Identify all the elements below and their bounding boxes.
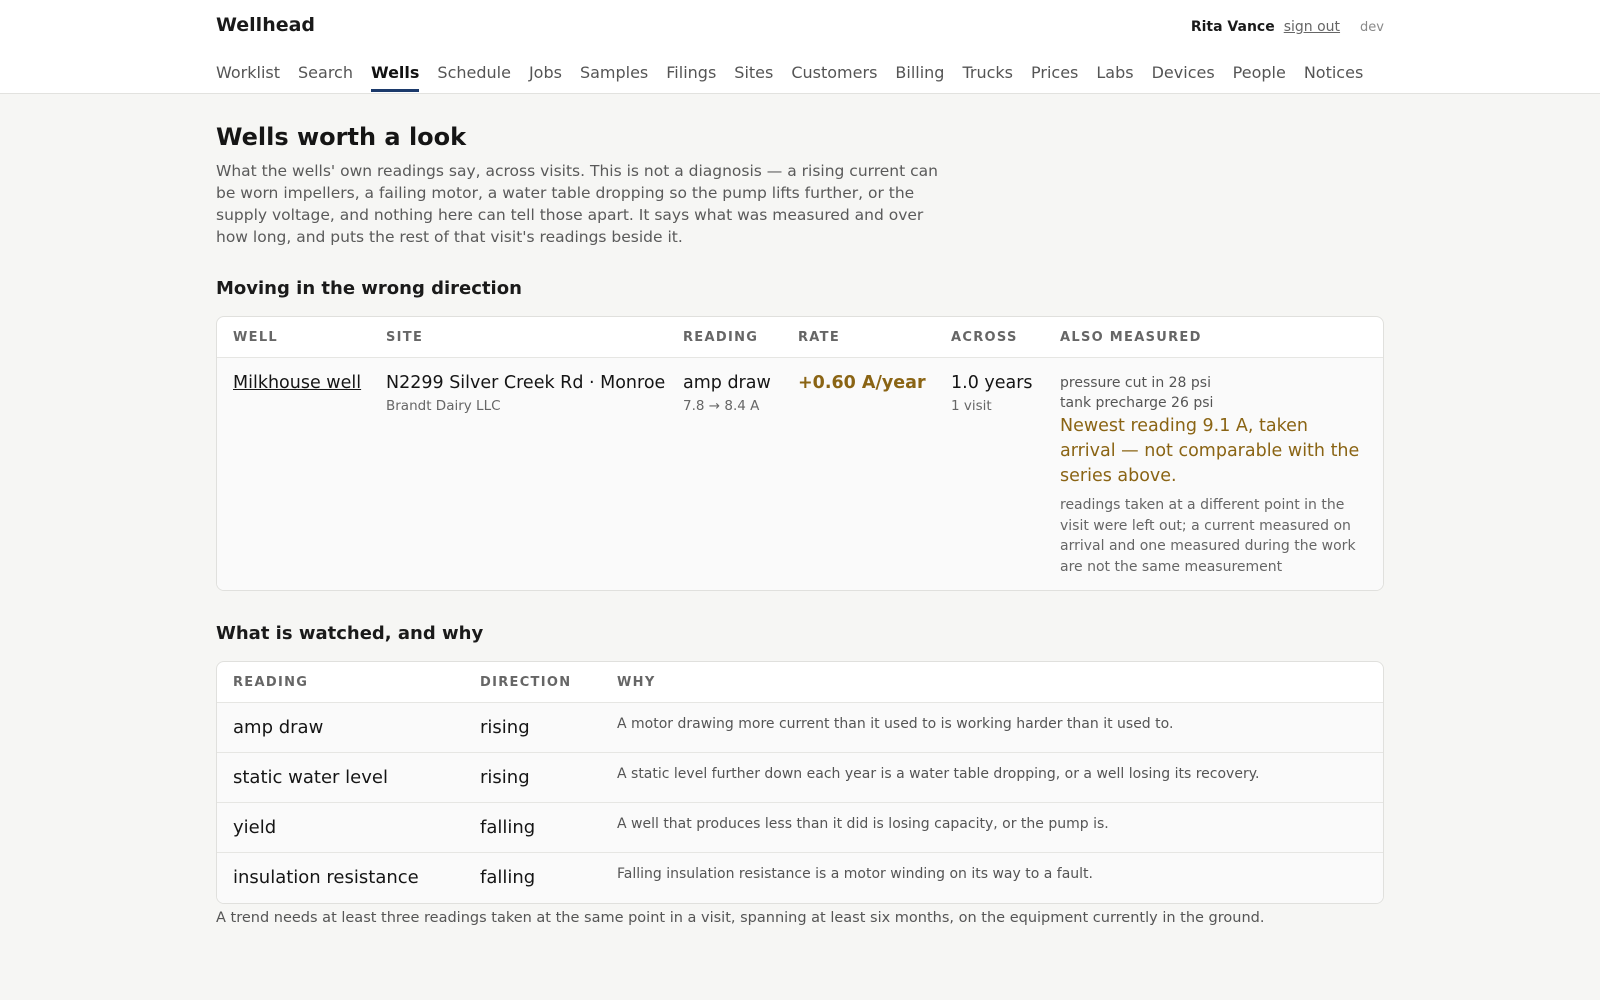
- table-row: insulation resistance falling Falling in…: [217, 853, 1383, 903]
- column-header-site: Site: [386, 329, 424, 345]
- reason: A well that produces less than it did is…: [617, 816, 1109, 832]
- also-measured-cell: pressure cut in 28 psi tank precharge 26…: [1044, 371, 1383, 577]
- rate-cell: +0.60 A/year: [782, 371, 935, 577]
- account-area: Rita Vance sign out dev: [1191, 19, 1384, 35]
- across-cell: 1.0 years 1 visit: [935, 371, 1044, 577]
- watched-readings-table: Reading Direction Why amp draw rising A …: [216, 661, 1384, 904]
- column-header-direction: Direction: [480, 674, 572, 690]
- table-row: amp draw rising A motor drawing more cur…: [217, 703, 1383, 753]
- reading-range: 7.8 → 8.4 A: [683, 398, 760, 414]
- nav-worklist[interactable]: Worklist: [216, 60, 280, 91]
- trend-footnote: A trend needs at least three readings ta…: [216, 910, 1265, 926]
- nav-filings[interactable]: Filings: [666, 60, 716, 91]
- trending-section-title: Moving in the wrong direction: [216, 278, 522, 299]
- watched-section-title: What is watched, and why: [216, 623, 484, 644]
- app-brand[interactable]: Wellhead: [216, 14, 315, 36]
- reading-name: insulation resistance: [233, 867, 419, 888]
- exclusion-note: readings taken at a different point in t…: [1060, 497, 1356, 575]
- nav-schedule[interactable]: Schedule: [437, 60, 511, 91]
- nav-jobs[interactable]: Jobs: [529, 60, 562, 91]
- current-user: Rita Vance: [1190, 19, 1275, 35]
- reason: Falling insulation resistance is a motor…: [617, 866, 1093, 882]
- span-duration: 1.0 years: [951, 373, 1033, 393]
- table-header: Well Site Reading Rate Across Also measu…: [217, 317, 1383, 358]
- also-measured-item: pressure cut in 28 psi: [1060, 375, 1211, 391]
- table-row: Milkhouse well N2299 Silver Creek Rd · M…: [217, 358, 1383, 590]
- reason: A static level further down each year is…: [617, 766, 1260, 782]
- column-header-rate: Rate: [798, 329, 841, 345]
- nav-billing[interactable]: Billing: [895, 60, 944, 91]
- sign-out-link[interactable]: sign out: [1284, 19, 1340, 35]
- nav-devices[interactable]: Devices: [1152, 60, 1215, 91]
- top-bar: Wellhead Rita Vance sign out dev Worklis…: [0, 0, 1600, 94]
- customer-name: Brandt Dairy LLC: [386, 398, 501, 414]
- nav-prices[interactable]: Prices: [1031, 60, 1078, 91]
- nav-sites[interactable]: Sites: [734, 60, 773, 91]
- reading-cell: amp draw 7.8 → 8.4 A: [667, 371, 782, 577]
- main-nav: Worklist Search Wells Schedule Jobs Samples Fi…: [216, 60, 1381, 92]
- reading-name: yield: [233, 817, 277, 838]
- main-content: Wells worth a look What the wells' own r…: [216, 94, 1384, 926]
- table-header: Reading Direction Why: [217, 662, 1383, 703]
- reading-name: static water level: [233, 767, 388, 788]
- nav-wells[interactable]: Wells: [370, 60, 420, 92]
- comparability-warning: Newest reading 9.1 A, taken arrival — no…: [1060, 416, 1360, 486]
- column-header-reading: Reading: [683, 329, 759, 345]
- nav-trucks[interactable]: Trucks: [962, 60, 1013, 91]
- trending-wells-table: Well Site Reading Rate Across Also measu…: [216, 316, 1384, 591]
- direction: rising: [480, 767, 530, 788]
- site-address: N2299 Silver Creek Rd · Monroe: [386, 373, 666, 393]
- also-measured-item: tank precharge 26 psi: [1060, 395, 1214, 411]
- column-header-well: Well: [233, 329, 278, 345]
- nav-notices[interactable]: Notices: [1304, 60, 1363, 91]
- table-row: yield falling A well that produces less …: [217, 803, 1383, 853]
- column-header-also-measured: Also measured: [1060, 329, 1202, 345]
- table-body: amp draw rising A motor drawing more cur…: [217, 703, 1383, 903]
- table-row: static water level rising A static level…: [217, 753, 1383, 803]
- rate-value: +0.60 A/year: [798, 373, 926, 393]
- page-intro: What the wells' own readings say, across…: [216, 162, 938, 246]
- nav-search[interactable]: Search: [298, 60, 353, 91]
- well-cell: Milkhouse well: [217, 371, 370, 577]
- reading-name: amp draw: [683, 373, 771, 393]
- nav-labs[interactable]: Labs: [1096, 60, 1133, 91]
- nav-people[interactable]: People: [1233, 60, 1286, 91]
- column-header-reading: Reading: [233, 674, 309, 690]
- reading-name: amp draw: [233, 717, 324, 738]
- visit-count: 1 visit: [951, 398, 992, 414]
- nav-samples[interactable]: Samples: [580, 60, 648, 91]
- direction: falling: [480, 817, 536, 838]
- direction: falling: [480, 867, 536, 888]
- page-title: Wells worth a look: [216, 123, 467, 151]
- reason: A motor drawing more current than it use…: [617, 716, 1174, 732]
- site-cell: N2299 Silver Creek Rd · Monroe Brandt Da…: [370, 371, 667, 577]
- direction: rising: [480, 717, 530, 738]
- column-header-why: Why: [617, 674, 656, 690]
- well-link[interactable]: Milkhouse well: [233, 373, 361, 393]
- environment-badge: dev: [1360, 20, 1384, 35]
- nav-customers[interactable]: Customers: [791, 60, 877, 91]
- column-header-across: Across: [951, 329, 1018, 345]
